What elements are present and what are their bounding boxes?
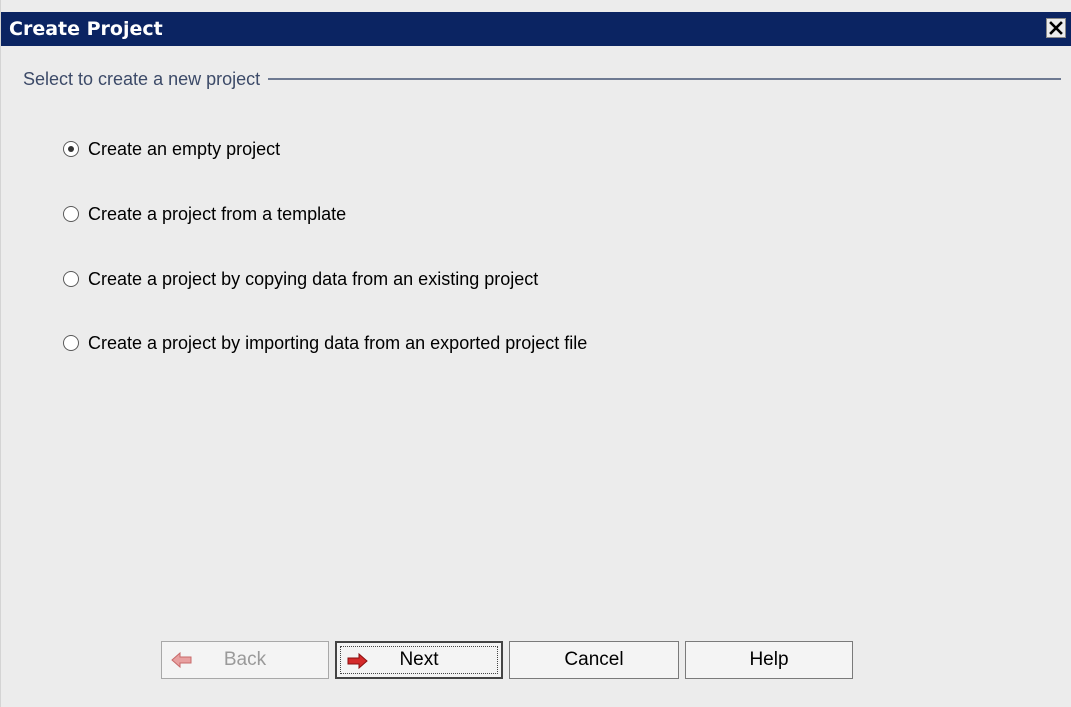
help-label: Help (749, 649, 789, 670)
close-button[interactable] (1046, 18, 1066, 38)
arrow-left-icon (171, 651, 192, 669)
group-label: Select to create a new project (23, 67, 269, 91)
option-label: Create a project from a template (88, 204, 347, 224)
cancel-button[interactable]: Cancel (509, 641, 679, 679)
radio-empty-project[interactable] (63, 141, 79, 157)
radio-from-template[interactable] (63, 206, 79, 222)
help-button[interactable]: Help (685, 641, 853, 679)
option-from-template[interactable]: Create a project from a template (63, 201, 346, 227)
dialog-title: Create Project (9, 18, 163, 40)
option-empty-project[interactable]: Create an empty project (63, 136, 280, 162)
back-label: Back (223, 649, 267, 670)
option-copy-existing[interactable]: Create a project by copying data from an… (63, 266, 538, 292)
back-button[interactable]: Back (161, 641, 329, 679)
option-label: Create a project by copying data from an… (88, 269, 539, 289)
option-import-file[interactable]: Create a project by importing data from … (63, 330, 587, 356)
create-project-dialog: Create Project Select to create a new pr… (0, 0, 1071, 707)
option-label: Create an empty project (88, 139, 281, 159)
option-label: Create a project by importing data from … (88, 333, 588, 353)
radio-import-file[interactable] (63, 335, 79, 351)
next-button[interactable]: Next (335, 641, 503, 679)
title-bar[interactable]: Create Project (1, 12, 1071, 46)
radio-copy-existing[interactable] (63, 271, 79, 287)
next-label: Next (399, 649, 439, 670)
arrow-right-icon (347, 652, 368, 670)
close-icon (1049, 21, 1063, 35)
cancel-label: Cancel (564, 649, 624, 670)
